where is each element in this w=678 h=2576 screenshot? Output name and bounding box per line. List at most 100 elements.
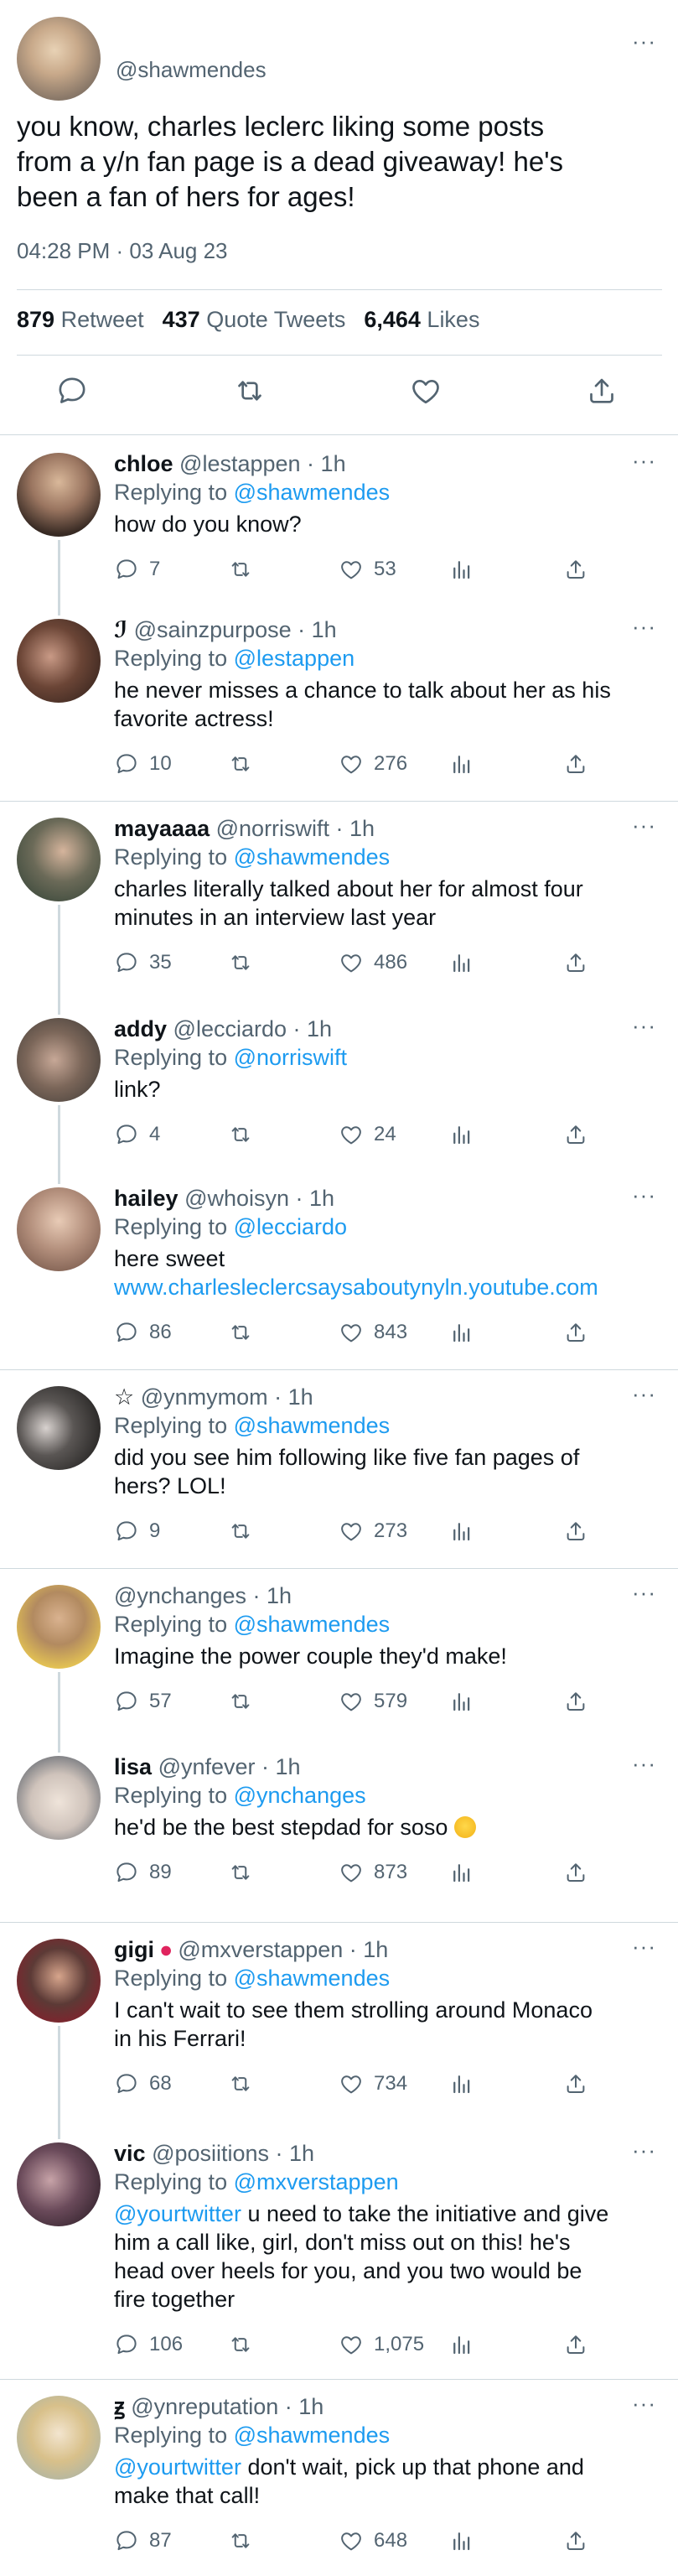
author-name[interactable]: ☆ [114,1384,134,1410]
avatar[interactable] [17,619,101,703]
heart-button[interactable]: 648 [339,2528,407,2553]
views-button[interactable] [449,1320,474,1345]
reply-button[interactable]: 86 [114,1320,172,1345]
retweet-button[interactable] [228,1689,253,1714]
avatar[interactable] [17,1585,101,1669]
author-handle-time[interactable]: @mxverstappen · 1h [178,1937,388,1962]
more-icon[interactable]: ··· [632,1935,656,1957]
reply-icon[interactable] [55,374,89,408]
views-button[interactable] [449,2528,474,2553]
replying-to-link[interactable]: @shawmendes [234,1612,391,1637]
replying-to-link[interactable]: @shawmendes [234,2423,391,2448]
heart-button[interactable]: 276 [339,751,407,776]
heart-button[interactable]: 873 [339,1860,407,1885]
more-icon[interactable]: ··· [632,1581,656,1603]
replying-to-link[interactable]: @shawmendes [234,844,391,870]
retweet-button[interactable] [228,2071,253,2096]
heart-button[interactable]: 579 [339,1689,407,1714]
author-handle-time[interactable]: @ynfever · 1h [158,1754,301,1779]
share-button[interactable] [563,751,588,776]
retweet-button[interactable] [228,1519,253,1544]
author-handle-time[interactable]: @whoisyn · 1h [184,1186,334,1211]
author-name[interactable]: mayaaaa [114,816,210,841]
heart-button[interactable]: 1,075 [339,2332,424,2357]
share-button[interactable] [563,557,588,582]
avatar[interactable] [17,818,101,901]
more-icon[interactable]: ··· [632,1383,656,1405]
author-handle-time[interactable]: @lestappen · 1h [179,451,346,476]
replying-to-link[interactable]: @shawmendes [234,1413,391,1438]
heart-button[interactable]: 53 [339,557,396,582]
more-icon[interactable]: ··· [632,814,656,836]
author-name[interactable]: addy [114,1016,167,1041]
author-name[interactable]: vic [114,2141,146,2166]
more-icon[interactable]: ··· [632,1184,656,1206]
views-button[interactable] [449,1860,474,1885]
author-name[interactable]: chloe [114,451,173,476]
reply-button[interactable]: 35 [114,950,172,975]
more-icon[interactable]: ··· [632,2392,656,2414]
avatar[interactable] [17,2142,101,2226]
share-button[interactable] [563,2332,588,2357]
author-handle-time[interactable]: @lecciardo · 1h [173,1016,333,1041]
author-handle-time[interactable]: @posiitions · 1h [152,2141,314,2166]
mention-link[interactable]: @yourtwitter [114,2201,241,2226]
author-name[interactable]: lisa [114,1754,152,1779]
replying-to-link[interactable]: @mxverstappen [234,2169,399,2194]
reply-button[interactable]: 68 [114,2071,172,2096]
avatar[interactable] [17,17,101,101]
retweet-button[interactable] [228,1860,253,1885]
more-icon[interactable]: ··· [632,1015,656,1036]
views-button[interactable] [449,1689,474,1714]
author-name[interactable]: gigi [114,1937,154,1962]
replying-to-link[interactable]: @norriswift [234,1045,347,1070]
share-button[interactable] [563,1519,588,1544]
mention-link[interactable]: @yourtwitter [114,2454,241,2480]
views-button[interactable] [449,557,474,582]
quote-stat[interactable]: 437 Quote Tweets [163,307,346,332]
avatar[interactable] [17,1018,101,1102]
more-icon[interactable]: ··· [632,615,656,637]
retweet-button[interactable] [228,557,253,582]
views-button[interactable] [449,2332,474,2357]
author-handle-time[interactable]: @ynmymom · 1h [141,1384,313,1410]
heart-icon[interactable] [409,374,443,408]
more-icon[interactable]: ··· [632,449,656,471]
likes-stat[interactable]: 6,464 Likes [364,307,479,332]
more-icon[interactable]: ··· [632,1753,656,1774]
share-button[interactable] [563,2528,588,2553]
author-name[interactable]: hailey [114,1186,179,1211]
replying-to-link[interactable]: @shawmendes [234,480,391,505]
heart-button[interactable]: 273 [339,1519,407,1544]
avatar[interactable] [17,1756,101,1840]
replying-to-link[interactable]: @lecciardo [234,1214,347,1239]
author-handle[interactable]: @shawmendes [116,57,267,83]
reply-button[interactable]: 57 [114,1689,172,1714]
more-icon[interactable]: ··· [632,2139,656,2161]
heart-button[interactable]: 486 [339,950,407,975]
reply-button[interactable]: 87 [114,2528,172,2553]
author-handle-time[interactable]: @norriswift · 1h [216,816,375,841]
avatar[interactable] [17,1386,101,1470]
retweet-icon[interactable] [233,374,267,408]
author-handle-time[interactable]: @ynreputation · 1h [131,2394,323,2419]
share-button[interactable] [563,1860,588,1885]
retweet-button[interactable] [228,2528,253,2553]
replying-to-link[interactable]: @ynchanges [234,1783,366,1808]
share-button[interactable] [563,950,588,975]
share-icon[interactable] [585,374,618,408]
share-button[interactable] [563,1320,588,1345]
author-name[interactable]: ℐ [114,617,127,642]
retweet-button[interactable] [228,2332,253,2357]
replying-to-link[interactable]: @lestappen [234,646,355,671]
retweet-stat[interactable]: 879 Retweet [17,307,144,332]
retweet-button[interactable] [228,1320,253,1345]
reply-button[interactable]: 7 [114,557,160,582]
heart-button[interactable]: 843 [339,1320,407,1345]
heart-button[interactable]: 24 [339,1122,396,1147]
reply-button[interactable]: 4 [114,1122,160,1147]
views-button[interactable] [449,751,474,776]
views-button[interactable] [449,1519,474,1544]
retweet-button[interactable] [228,950,253,975]
heart-button[interactable]: 734 [339,2071,407,2096]
